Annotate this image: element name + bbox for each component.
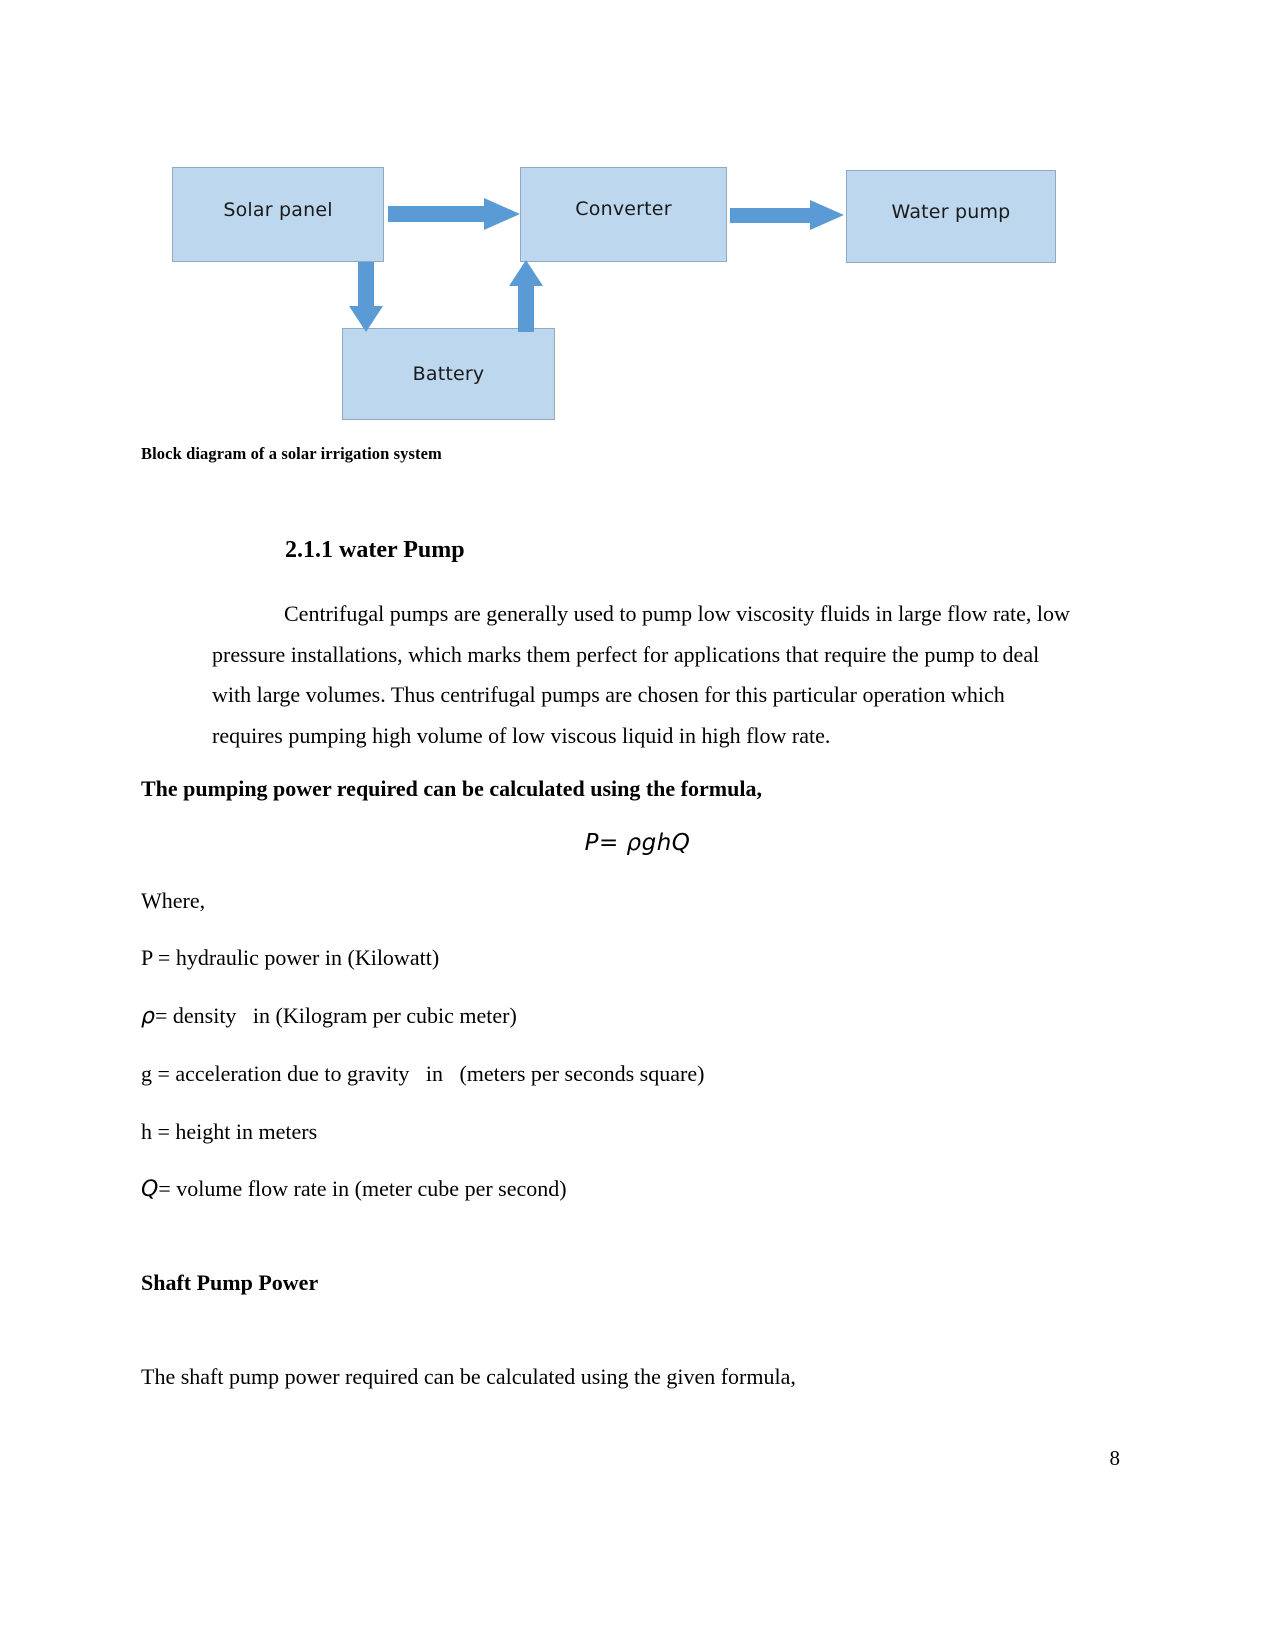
solar-irrigation-block-diagram: Solar panel Converter Water pump Battery xyxy=(140,150,1080,440)
arrow-head xyxy=(484,198,520,230)
body-paragraph: Centrifugal pumps are generally used to … xyxy=(212,601,1070,748)
rho-symbol: ρ xyxy=(141,1004,155,1029)
section-heading: 2.1.1 water Pump xyxy=(285,537,465,563)
where-label: Where, xyxy=(141,888,206,913)
arrow-shaft xyxy=(730,208,812,223)
arrow-up-icon-battery-to-converter xyxy=(509,260,543,332)
diagram-node-converter-label: Converter xyxy=(575,197,672,220)
shaft-pump-power-intro: The shaft pump power required can be cal… xyxy=(141,1364,796,1389)
diagram-node-solar-panel: Solar panel xyxy=(172,167,384,262)
arrow-head xyxy=(810,200,844,230)
q-description: = volume flow rate in (meter cube per se… xyxy=(158,1176,567,1201)
diagram-node-water-pump: Water pump xyxy=(846,170,1056,263)
document-page: Solar panel Converter Water pump Battery xyxy=(0,0,1275,1650)
rho-description: = density in (Kilogram per cubic meter) xyxy=(154,1003,517,1028)
page-number: 8 xyxy=(1109,1446,1121,1470)
variable-definition-p: P = hydraulic power in (Kilowatt) xyxy=(141,945,440,970)
formula-intro-text: The pumping power required can be calcul… xyxy=(141,776,762,801)
diagram-node-water-pump-label: Water pump xyxy=(891,200,1011,223)
shaft-pump-power-heading: Shaft Pump Power xyxy=(141,1270,319,1295)
arrow-right-icon-solar-to-converter xyxy=(388,198,520,230)
pumping-power-formula: P= ρghQ xyxy=(584,830,691,856)
arrow-shaft xyxy=(358,262,374,308)
variable-definition-rho: ρ= density in (Kilogram per cubic meter) xyxy=(141,1003,517,1029)
arrow-right-icon-converter-to-water-pump xyxy=(730,200,848,230)
diagram-node-converter: Converter xyxy=(520,167,727,262)
figure-caption: Block diagram of a solar irrigation syst… xyxy=(141,444,442,463)
arrow-shaft xyxy=(518,284,534,332)
q-symbol: Q xyxy=(141,1177,159,1202)
arrow-head xyxy=(349,306,383,332)
variable-definition-q: Q= volume flow rate in (meter cube per s… xyxy=(141,1176,567,1202)
variable-definition-g: g = acceleration due to gravity in (mete… xyxy=(141,1061,705,1086)
arrow-shaft xyxy=(388,206,486,222)
variable-definition-h: h = height in meters xyxy=(141,1119,318,1144)
arrow-head xyxy=(509,260,543,286)
diagram-node-battery: Battery xyxy=(342,328,555,420)
diagram-node-battery-label: Battery xyxy=(412,363,485,385)
arrow-down-icon-solar-to-battery xyxy=(349,262,383,332)
diagram-node-solar-panel-label: Solar panel xyxy=(223,198,333,221)
